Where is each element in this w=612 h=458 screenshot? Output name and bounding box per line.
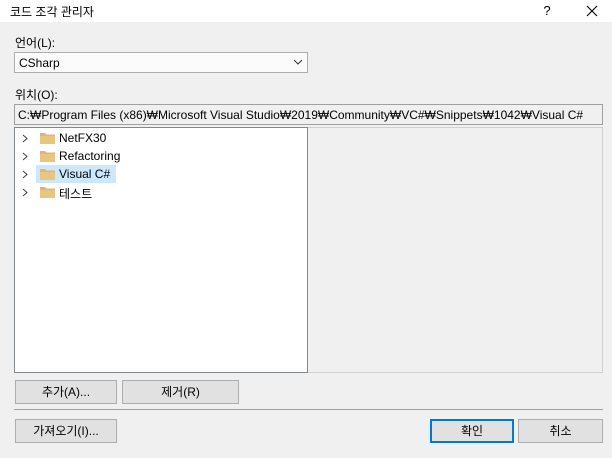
- language-dropdown[interactable]: CSharp: [14, 52, 308, 73]
- chevron-right-icon[interactable]: [22, 134, 28, 143]
- snippet-folder-tree[interactable]: NetFX30 Refactoring Visual C# 테스트: [14, 127, 308, 373]
- folder-icon: [40, 151, 55, 162]
- tree-item-label: 테스트: [59, 187, 93, 201]
- close-button[interactable]: [578, 0, 608, 22]
- chevron-down-icon: [293, 59, 303, 65]
- language-value: CSharp: [19, 56, 60, 70]
- cancel-button[interactable]: 취소: [518, 419, 603, 443]
- tree-item-netfx30[interactable]: NetFX30: [15, 129, 175, 147]
- snippet-description-panel: [308, 127, 603, 373]
- folder-icon: [40, 133, 55, 144]
- folder-icon: [40, 169, 55, 180]
- tree-item-visual-csharp[interactable]: Visual C#: [15, 165, 175, 183]
- location-label: 위치(O):: [15, 88, 58, 102]
- ok-button[interactable]: 확인: [430, 419, 514, 443]
- import-button[interactable]: 가져오기(I)...: [15, 419, 117, 443]
- title-bar: 코드 조각 관리자 ?: [0, 0, 612, 22]
- help-button[interactable]: ?: [536, 0, 558, 22]
- tree-item-refactoring[interactable]: Refactoring: [15, 147, 175, 165]
- chevron-right-icon[interactable]: [22, 152, 28, 161]
- chevron-right-icon[interactable]: [22, 188, 28, 197]
- separator: [14, 409, 603, 410]
- location-path-field[interactable]: C:₩Program Files (x86)₩Microsoft Visual …: [14, 104, 603, 125]
- tree-item-label: Visual C#: [59, 167, 111, 181]
- window-title: 코드 조각 관리자: [10, 5, 94, 19]
- tree-item-label: NetFX30: [59, 131, 107, 145]
- tree-item-test[interactable]: 테스트: [15, 183, 175, 201]
- remove-button[interactable]: 제거(R): [122, 380, 239, 404]
- close-icon: [586, 5, 598, 17]
- location-path-text: C:₩Program Files (x86)₩Microsoft Visual …: [18, 108, 584, 122]
- language-label: 언어(L):: [15, 36, 56, 50]
- folder-icon: [40, 187, 55, 198]
- tree-item-label: Refactoring: [59, 149, 121, 163]
- chevron-right-icon[interactable]: [22, 170, 28, 179]
- add-button[interactable]: 추가(A)...: [15, 380, 117, 404]
